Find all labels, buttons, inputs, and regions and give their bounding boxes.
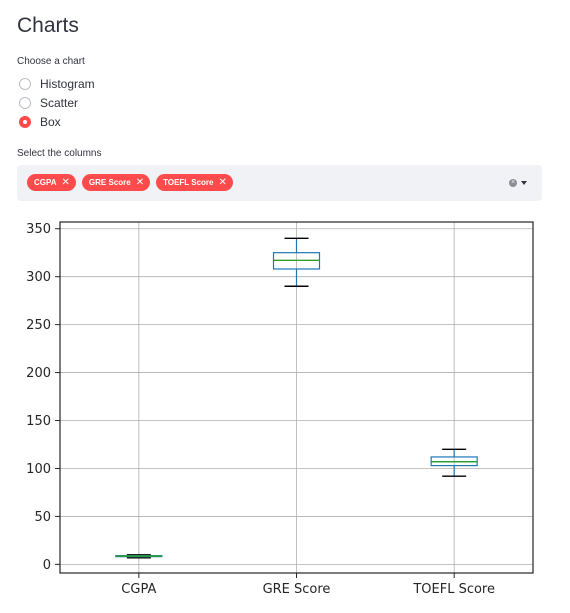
- y-tick-label: 300: [26, 270, 51, 285]
- x-tick-label: TOEFL Score: [412, 582, 495, 597]
- clear-all-icon[interactable]: ×: [509, 179, 517, 187]
- y-tick-label: 350: [26, 222, 51, 237]
- chart-type-radio-group: Histogram Scatter Box: [19, 74, 95, 131]
- chart-chooser-label: Choose a chart: [17, 56, 85, 67]
- y-tick-label: 150: [26, 414, 51, 429]
- page-title: Charts: [17, 14, 79, 37]
- tag-remove-icon[interactable]: ✕: [136, 177, 144, 188]
- y-tick-label: 100: [26, 462, 51, 477]
- radio-option-histogram[interactable]: Histogram: [19, 74, 95, 93]
- tag-label: GRE Score: [88, 178, 131, 187]
- columns-label: Select the columns: [17, 148, 102, 159]
- radio-label: Scatter: [40, 95, 79, 110]
- y-tick-label: 50: [34, 510, 51, 525]
- x-tick-label: CGPA: [121, 582, 156, 597]
- radio-option-scatter[interactable]: Scatter: [19, 93, 95, 112]
- tag-label: TOEFL Score: [163, 178, 214, 187]
- selected-tags: CGPA ✕ GRE Score ✕ TOEFL Score ✕: [27, 174, 233, 191]
- x-tick-label: GRE Score: [263, 582, 331, 597]
- y-tick-label: 200: [26, 366, 51, 381]
- tag-label: CGPA: [34, 178, 57, 187]
- tag-remove-icon[interactable]: ✕: [219, 177, 227, 188]
- box-cgpa: [115, 554, 163, 559]
- radio-label: Box: [40, 114, 61, 129]
- tag-cgpa: CGPA ✕: [27, 174, 76, 191]
- y-tick-label: 250: [26, 318, 51, 333]
- radio-circle[interactable]: [19, 96, 31, 109]
- radio-circle-selected[interactable]: [19, 115, 31, 128]
- tag-toefl-score: TOEFL Score ✕: [156, 174, 233, 191]
- y-tick-label: 0: [43, 558, 51, 573]
- radio-label: Histogram: [40, 76, 95, 91]
- box-plot-chart: 0 50 100 150 200 250 300 350 CGPA GRE Score TOEFL …: [26, 221, 534, 597]
- tag-gre-score: GRE Score ✕: [81, 174, 151, 191]
- chevron-down-icon[interactable]: [521, 181, 527, 185]
- tag-remove-icon[interactable]: ✕: [62, 177, 70, 188]
- radio-option-box[interactable]: Box: [19, 112, 95, 131]
- columns-multiselect[interactable]: CGPA ✕ GRE Score ✕ TOEFL Score ✕ ×: [17, 165, 542, 201]
- radio-circle[interactable]: [19, 77, 31, 90]
